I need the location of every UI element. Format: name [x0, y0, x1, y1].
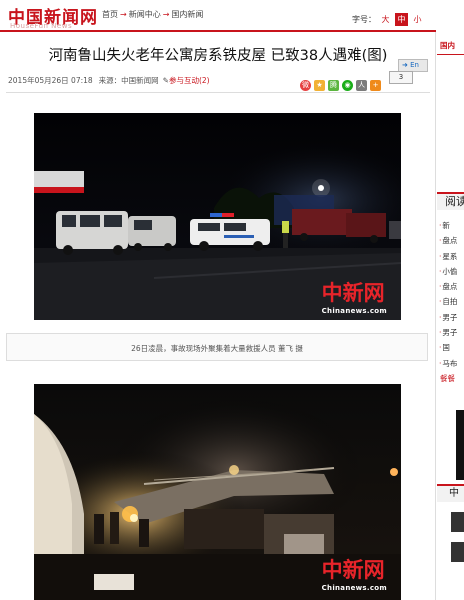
qzone-share-icon[interactable]: ★ [314, 80, 325, 91]
font-size-large[interactable]: 大 [379, 13, 392, 26]
sidebar: 国内 阅读 ·新 ·盘点 ·星系 ·小偷 ·盘点 ·自拍 ·男子 ·男子 ·国 … [437, 32, 464, 600]
sidebar-item[interactable]: ·男子 [437, 310, 464, 325]
font-size-small[interactable]: 小 [411, 13, 424, 26]
breadcrumb-domestic[interactable]: 国内新闻 [171, 10, 203, 19]
sidebar-thumbnail[interactable] [456, 410, 464, 480]
tab-sidebar-section[interactable]: 中 [437, 484, 464, 502]
sidebar-item[interactable]: ·男子 [437, 325, 464, 340]
watermark-domain: Chinanews.com [321, 307, 387, 315]
sidebar-item[interactable]: 餐餐 [437, 371, 464, 386]
sidebar-item[interactable]: ·马布 [437, 356, 464, 371]
sidebar-item[interactable]: ·盘点 [437, 233, 464, 248]
renren-share-icon[interactable]: 人 [356, 80, 367, 91]
breadcrumb: 首页 → 新闻中心 → 国内新闻 [102, 9, 203, 20]
sidebar-divider [437, 54, 464, 55]
meta-divider [6, 92, 430, 93]
font-size-label: 字号： [352, 15, 376, 24]
site-header: 中国新闻网 HouseFun News 首页 → 新闻中心 → 国内新闻 字号：大中小 [0, 0, 464, 30]
sidebar-item[interactable]: ·盘点 [437, 279, 464, 294]
sidebar-item[interactable]: ·国 [437, 340, 464, 355]
article-meta: 2015年05月26日 07:18 来源：中国新闻网 ✎参与互动(2) [8, 75, 210, 86]
sidebar-header: 国内 [440, 41, 455, 50]
font-size-switcher: 字号：大中小 [352, 13, 424, 26]
page: 中国新闻网 HouseFun News 首页 → 新闻中心 → 国内新闻 字号：大中小 … [0, 0, 464, 600]
sidebar-item[interactable]: ·新 [437, 218, 464, 233]
photo-caption: 26日凌晨，事故现场外聚集着大量救援人员 董飞 摄 [131, 344, 303, 353]
forward-arrow-icon: ➜ [402, 61, 408, 69]
logo-subtitle: HouseFun News [10, 22, 73, 30]
photo-watermark: 中新网 Chinanews.com [322, 554, 387, 592]
sidebar-item[interactable]: ·小偷 [437, 264, 464, 279]
sidebar-thumbnail[interactable] [451, 512, 464, 532]
sidebar-thumbnail[interactable] [451, 542, 464, 562]
font-size-medium[interactable]: 中 [395, 13, 408, 26]
publish-time: 2015年05月26日 07:18 [8, 76, 93, 85]
article: 河南鲁山失火老年公寓房系铁皮屋 已致38人遇难(图) 2015年05月26日 0… [0, 32, 436, 600]
wechat-share-icon[interactable]: ◉ [342, 80, 353, 91]
interact-link[interactable]: 参与互动(2) [169, 76, 210, 85]
breadcrumb-home[interactable]: 首页 [102, 10, 118, 19]
tab-reading[interactable]: 阅读 [437, 192, 464, 210]
weibo-share-icon[interactable]: 微 [300, 80, 311, 91]
sidebar-list: ·新 ·盘点 ·星系 ·小偷 ·盘点 ·自拍 ·男子 ·男子 ·国 ·马布 餐餐 [437, 218, 464, 386]
watermark-logo: 中新网 [321, 280, 385, 305]
breadcrumb-arrow-icon: → [162, 10, 170, 19]
watermark-logo: 中新网 [321, 557, 385, 582]
article-title: 河南鲁山失火老年公寓房系铁皮屋 已致38人遇难(图) [48, 48, 388, 64]
sidebar-item[interactable]: ·自拍 [437, 294, 464, 309]
tencent-share-icon[interactable]: 腾 [328, 80, 339, 91]
sidebar-item[interactable]: ·星系 [437, 249, 464, 264]
article-photo-2: 中新网 Chinanews.com [34, 384, 401, 600]
forward-label: En [410, 61, 419, 69]
watermark-domain: Chinanews.com [321, 584, 387, 592]
share-bar: 微 ★ 腾 ◉ 人 + [300, 72, 384, 91]
photo-watermark: 中新网 Chinanews.com [322, 277, 387, 315]
article-photo-1: 中新网 Chinanews.com [34, 113, 401, 320]
more-share-icon[interactable]: + [370, 80, 381, 91]
photo-caption-box: 26日凌晨，事故现场外聚集着大量救援人员 董飞 摄 [6, 333, 428, 361]
article-source: 来源：中国新闻网 [98, 76, 159, 85]
breadcrumb-arrow-icon: → [120, 10, 127, 19]
share-count: 3 [389, 71, 413, 84]
breadcrumb-news-center[interactable]: 新闻中心 [129, 10, 161, 19]
